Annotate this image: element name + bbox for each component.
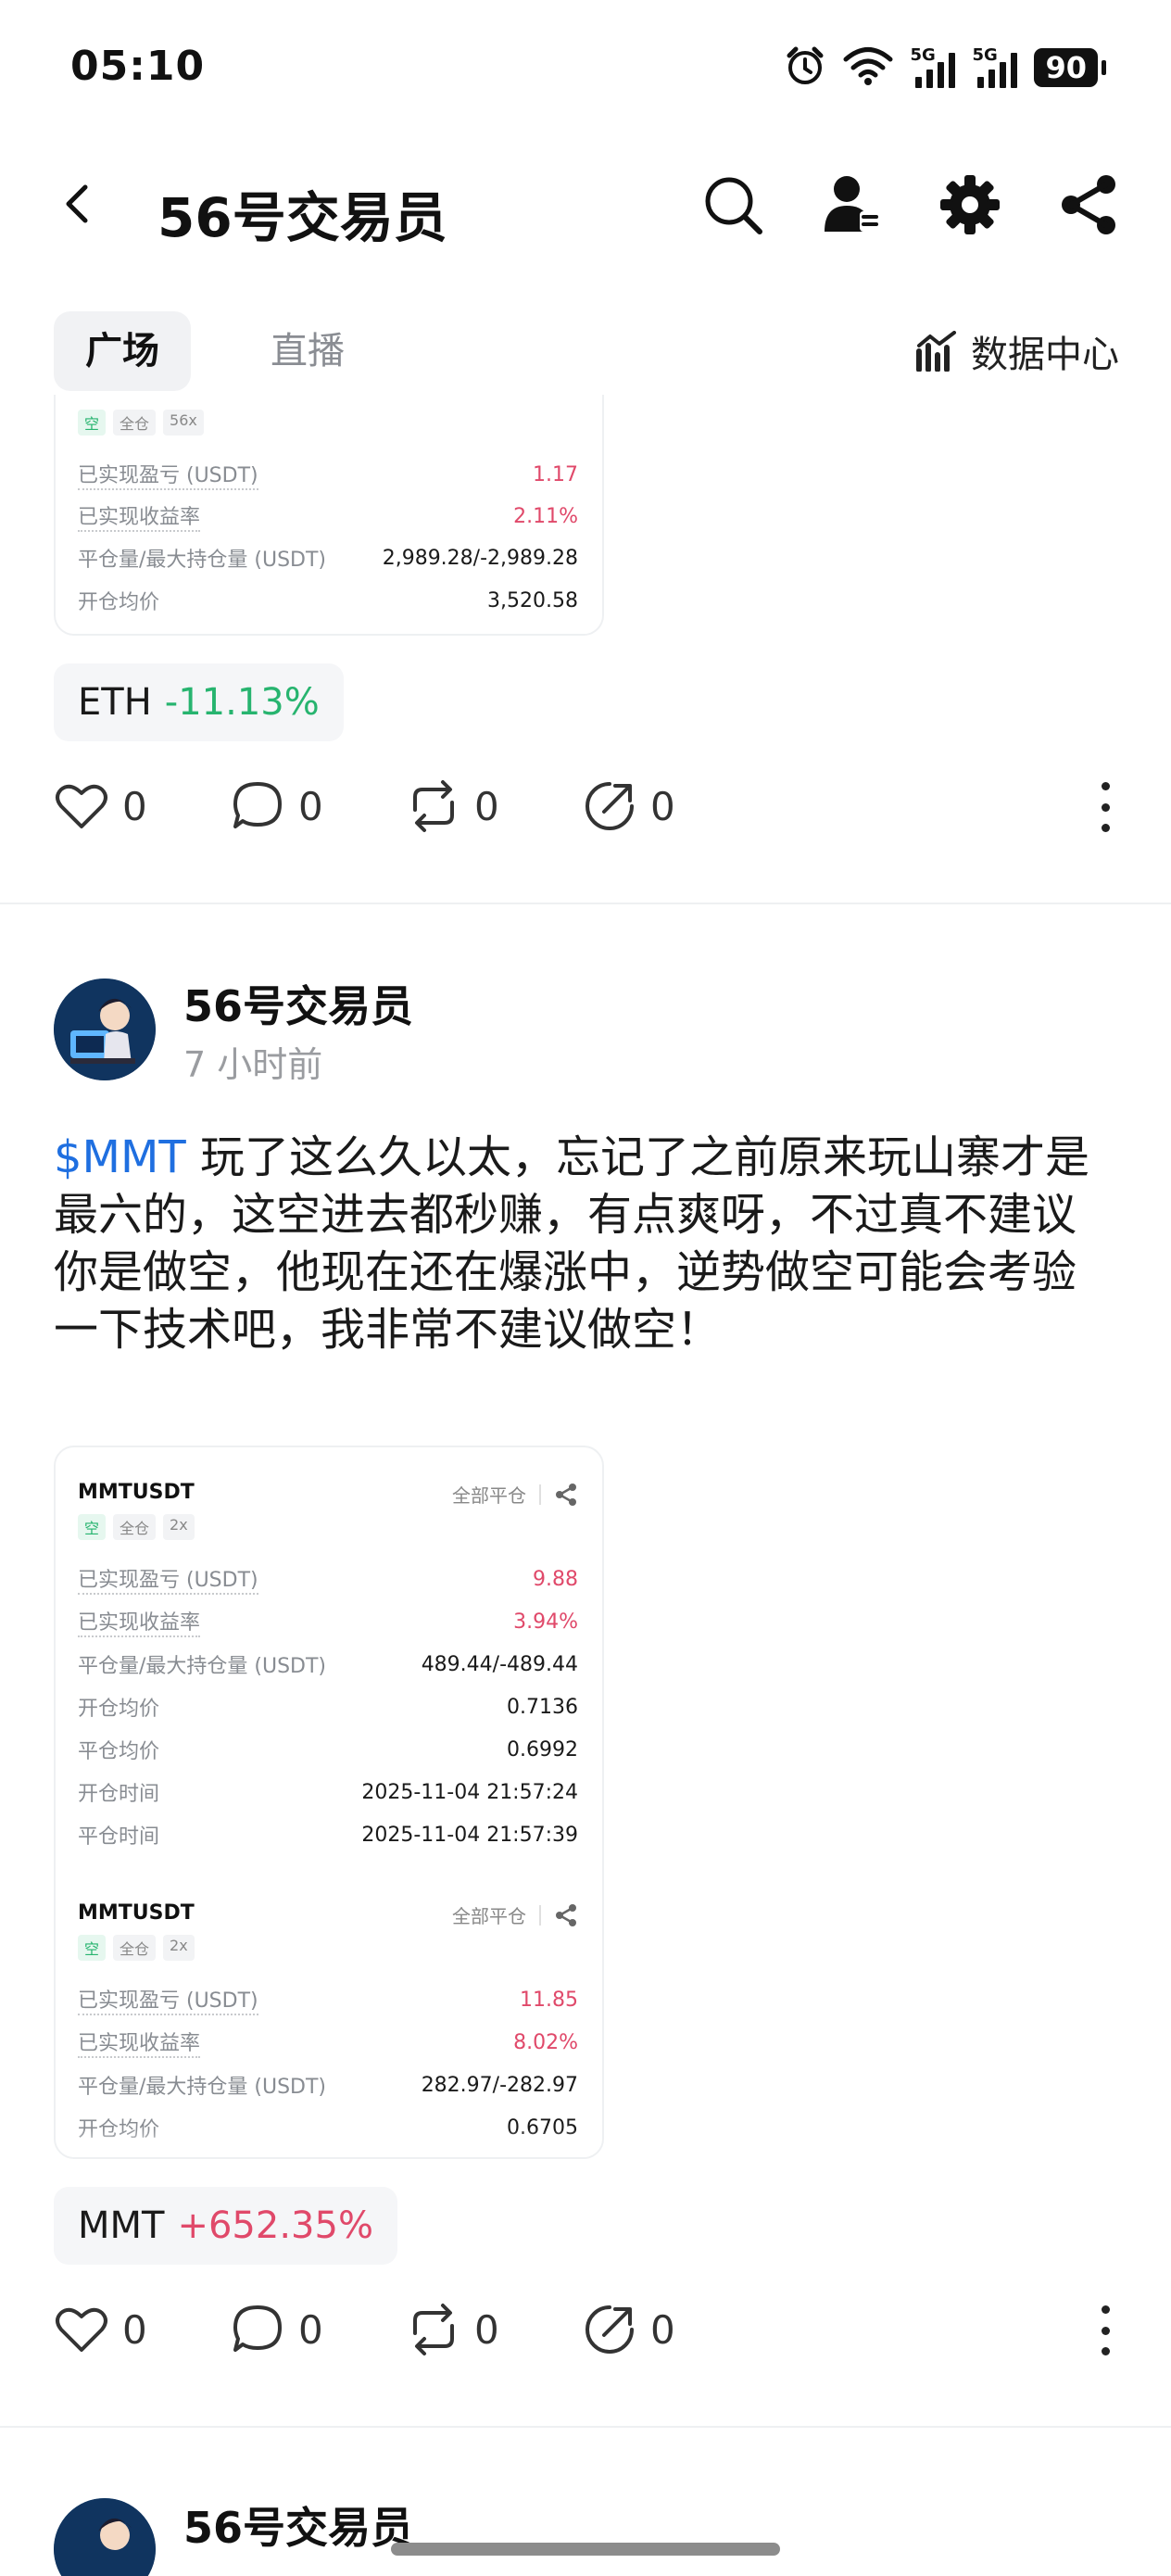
more-icon[interactable]	[1091, 2298, 1119, 2363]
like-button[interactable]: 0	[54, 778, 147, 834]
author-name[interactable]: 56号交易员	[183, 2494, 413, 2556]
user-icon[interactable]	[817, 170, 886, 239]
share-count-icon	[586, 2305, 634, 2354]
more-icon[interactable]	[1091, 775, 1119, 840]
home-indicator[interactable]	[391, 2543, 780, 2556]
share-icon	[556, 1483, 576, 1506]
share-icon[interactable]	[1054, 170, 1123, 239]
tab-live[interactable]: 直播	[239, 311, 376, 391]
page-title: 56号交易员	[157, 186, 447, 249]
avatar[interactable]	[54, 979, 156, 1080]
margin-badge: 全仓	[113, 1514, 157, 1540]
repost-icon	[413, 780, 454, 832]
ticker-change: +652.35%	[177, 2204, 373, 2247]
post-body: $MMT 玩了这么久以太，忘记了之前原来玩山寨才是最六的，这空进去都秒赚，有点爽…	[54, 1129, 1119, 1358]
post-actions: 0 0 0 0	[54, 2292, 1119, 2367]
author-name[interactable]: 56号交易员	[183, 973, 413, 1034]
trade-row: 平仓量/最大持仓量 (USDT) 282.97/-282.97	[78, 2073, 578, 2100]
post-text: 玩了这么久以太，忘记了之前原来玩山寨才是最六的，这空进去都秒赚，有点爽呀，不过真…	[54, 1131, 1089, 1356]
status-time: 05:10	[70, 43, 206, 90]
share-count: 0	[650, 783, 675, 829]
repost-icon	[413, 2304, 454, 2355]
margin-badge: 全仓	[113, 410, 157, 436]
data-center-link[interactable]: 数据中心	[915, 324, 1119, 378]
ticker-symbol: ETH	[78, 681, 152, 724]
side-badge: 空	[78, 1935, 107, 1961]
repost-count: 0	[474, 783, 499, 829]
repost-count: 0	[474, 2306, 499, 2353]
status-bar: 05:10 5G 5G 90	[0, 0, 1171, 130]
data-center-label: 数据中心	[971, 334, 1119, 376]
signal-icon: 5G	[972, 45, 1018, 88]
battery-tip	[1102, 60, 1106, 75]
close-all-button[interactable]: 全部平仓	[452, 1901, 578, 1928]
avatar[interactable]	[54, 2498, 156, 2576]
comment-icon	[233, 2305, 282, 2352]
trade-card[interactable]: 空 全仓 56x 已实现盈亏 (USDT) 1.17 已实现收益率 2.11% 平仓…	[54, 395, 604, 636]
trade-row: 已实现盈亏 (USDT) 11.85	[78, 1981, 578, 2018]
trade-row: 已实现收益率 2.11%	[78, 498, 578, 535]
comment-button[interactable]: 0	[230, 778, 323, 834]
like-button[interactable]: 0	[54, 2302, 147, 2357]
wifi-icon	[843, 45, 893, 90]
repost-button[interactable]: 0	[406, 2302, 499, 2357]
gear-icon[interactable]	[936, 170, 1004, 239]
trade-row: 平仓时间 2025-11-04 21:57:39	[78, 1823, 578, 1850]
signal-icon: 5G	[910, 45, 956, 88]
ticker-change: -11.13%	[164, 681, 320, 724]
share-count: 0	[650, 2306, 675, 2353]
ticker-symbol: MMT	[78, 2204, 165, 2247]
trade-row: 开仓均价 0.7136	[78, 1695, 578, 1722]
like-count: 0	[122, 2306, 147, 2353]
alarm-icon	[784, 44, 826, 91]
trade-row: 平仓均价 0.6992	[78, 1737, 578, 1764]
ticker-chip[interactable]: ETH -11.13%	[54, 663, 344, 741]
share-count-button[interactable]: 0	[582, 2302, 675, 2357]
feed-tabs: 广场 直播 数据中心	[54, 311, 1119, 391]
post-divider	[0, 903, 1171, 904]
side-badge: 空	[78, 1514, 107, 1540]
trade-pair: MMTUSDT	[78, 1481, 195, 1504]
leverage-badge: 56x	[163, 410, 204, 436]
share-icon	[556, 1903, 576, 1926]
post-actions: 0 0 0 0	[54, 769, 1119, 843]
cashtag-link[interactable]: $MMT	[54, 1131, 186, 1183]
close-all-button[interactable]: 全部平仓	[452, 1481, 578, 1508]
comment-count: 0	[298, 2306, 323, 2353]
like-count: 0	[122, 783, 147, 829]
trade-row: 已实现收益率 3.94%	[78, 1603, 578, 1640]
share-count-icon	[586, 782, 634, 830]
margin-badge: 全仓	[113, 1935, 157, 1961]
trade-row: 已实现收益率 8.02%	[78, 2024, 578, 2061]
tab-square[interactable]: 广场	[54, 311, 191, 391]
comment-button[interactable]: 0	[230, 2302, 323, 2357]
share-count-button[interactable]: 0	[582, 778, 675, 834]
leverage-badge: 2x	[163, 1514, 195, 1540]
trade-row: 开仓时间 2025-11-04 21:57:24	[78, 1780, 578, 1807]
back-icon[interactable]	[54, 178, 106, 230]
side-badge: 空	[78, 410, 107, 436]
search-icon[interactable]	[699, 170, 767, 239]
trade-row: 平仓量/最大持仓量 (USDT) 2,989.28/-2,989.28	[78, 546, 578, 573]
chart-icon	[916, 331, 956, 372]
trade-row: 平仓量/最大持仓量 (USDT) 489.44/-489.44	[78, 1652, 578, 1679]
trade-row: 已实现盈亏 (USDT) 1.17	[78, 456, 578, 493]
trade-card[interactable]: MMTUSDT 全部平仓 空 全仓 2x 已实现盈亏 (USDT) 9.88 已实…	[54, 1446, 604, 2159]
ticker-chip[interactable]: MMT +652.35%	[54, 2187, 397, 2265]
trade-row: 已实现盈亏 (USDT) 9.88	[78, 1560, 578, 1597]
trade-pair: MMTUSDT	[78, 1901, 195, 1925]
heart-icon	[56, 2307, 107, 2352]
comment-count: 0	[298, 783, 323, 829]
heart-icon	[56, 784, 107, 828]
post-divider	[0, 2426, 1171, 2428]
top-app-bar: 56号交易员	[0, 158, 1171, 250]
battery-icon: 90	[1034, 48, 1098, 87]
comment-icon	[233, 782, 282, 828]
repost-button[interactable]: 0	[406, 778, 499, 834]
post-time: 7 小时前	[183, 1044, 323, 1085]
leverage-badge: 2x	[163, 1935, 195, 1961]
